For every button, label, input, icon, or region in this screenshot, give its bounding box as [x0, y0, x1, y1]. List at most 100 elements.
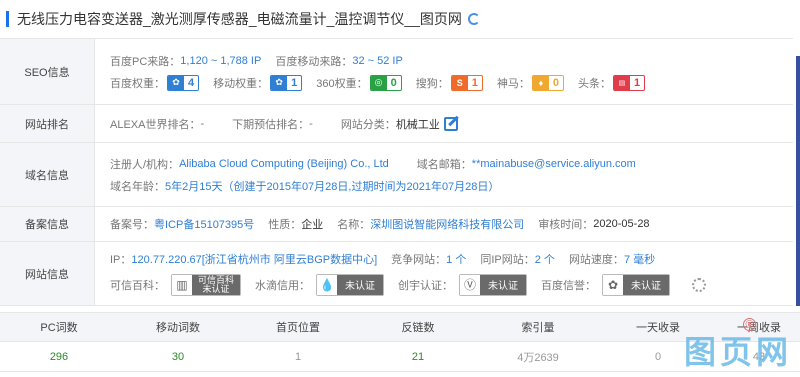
domain-age-label: 域名年龄：: [110, 180, 165, 193]
speed-label: 网站速度：: [568, 253, 624, 266]
beian-row: 备案信息 备案号： 粤ICP备15107395号 性质： 企业 名称： 深圳图说…: [0, 207, 793, 242]
seo-traffic-line: 百度PC来路： 1,120 ~ 1,788 IP 百度移动来路： 32 ~ 52…: [110, 50, 793, 72]
edit-icon[interactable]: [443, 116, 458, 131]
domain-email-label: 域名邮箱：: [416, 158, 472, 171]
nature-value: 企业: [301, 219, 324, 231]
seo-body: 百度PC来路： 1,120 ~ 1,788 IP 百度移动来路： 32 ~ 52…: [95, 39, 793, 104]
stat-value-home-position: 1: [294, 350, 302, 363]
category-value: 机械工业: [395, 118, 440, 131]
360-icon: ◎: [370, 75, 387, 90]
nature-label: 性质：: [268, 219, 302, 231]
seo-weights-line: 百度权重： ✿ 4 移动权重： ✿ 1 360权重： ◎ 0 搜狗： S1 神马： ♦…: [110, 72, 793, 94]
mobile-weight-label: 移动权重：: [213, 77, 269, 90]
watermark-logo: 图页网: [683, 334, 792, 370]
registrant-value[interactable]: Alibaba Cloud Computing (Beijing) Co., L…: [179, 158, 389, 170]
kexin-label: 可信百科：: [110, 279, 165, 292]
alexa-value: -: [200, 117, 205, 130]
pc-traffic-value[interactable]: 1,120 ~ 1,788 IP: [180, 55, 261, 67]
shenma-weight-badge[interactable]: ♦ 0: [531, 74, 564, 91]
refresh-icon[interactable]: [467, 13, 480, 25]
pc-traffic-label: 百度PC来路：: [110, 55, 181, 68]
paw-icon: ✿: [603, 274, 624, 295]
360-weight-label: 360权重：: [316, 77, 368, 90]
page-title: 无线压力电容变送器_激光测厚传感器_电磁流量计_温控调节仪__图页网: [17, 11, 462, 27]
domain-owner-line: 注册人/机构： Alibaba Cloud Computing (Beijing…: [110, 153, 793, 175]
beian-no-value[interactable]: 粤ICP备15107395号: [154, 216, 254, 232]
compete-label: 竞争网站：: [391, 253, 447, 266]
paw-icon: ✿: [168, 75, 184, 90]
mobile-traffic-value[interactable]: 32 ~ 52 IP: [352, 55, 402, 67]
chuangyu-label: 创宇认证：: [398, 279, 454, 292]
category-label: 网站分类：: [340, 118, 396, 131]
seo-label: SEO信息: [0, 39, 95, 104]
360-weight-badge[interactable]: ◎ 0: [369, 74, 402, 91]
mobile-traffic-label: 百度移动来路：: [275, 55, 353, 68]
beian-line: 备案号： 粤ICP备15107395号 性质： 企业 名称： 深圳图说智能网络科…: [110, 213, 793, 235]
seo-row: SEO信息 百度PC来路： 1,120 ~ 1,788 IP 百度移动来路： 3…: [0, 39, 793, 105]
ip-label: IP：: [110, 253, 132, 266]
site-row: 网站信息 IP： 120.77.220.67[浙江省杭州市 阿里云BGP数据中心…: [0, 242, 793, 306]
domain-email-value[interactable]: **mainabuse@service.aliyun.com: [472, 158, 636, 170]
side-scroll-strip[interactable]: [796, 56, 800, 306]
review-date-label: 审核时间：: [538, 219, 594, 231]
alexa-label: ALEXA世界排名：: [110, 118, 201, 131]
domain-row: 域名信息 注册人/机构： Alibaba Cloud Computing (Be…: [0, 143, 793, 207]
toutiao-weight-label: 头条：: [577, 77, 611, 90]
kexin-cert-badge[interactable]: ▥ 可信百科 未认证: [171, 273, 242, 296]
site-ip-line: IP： 120.77.220.67[浙江省杭州市 阿里云BGP数据中心] 竞争网…: [110, 248, 793, 270]
ip-value[interactable]: 120.77.220.67[浙江省杭州市 阿里云BGP数据中心]: [131, 251, 377, 267]
same-ip-label: 同IP网站：: [480, 253, 535, 266]
beian-no-label: 备案号：: [110, 219, 154, 231]
rank-line: ALEXA世界排名： - 下期预估排名： - 网站分类： 机械工业: [110, 113, 793, 135]
toutiao-weight-badge[interactable]: ▤ 1: [612, 74, 646, 91]
stat-value-index: 4万2639: [517, 351, 559, 364]
stats-value-row: 296 30 1 21 4万2639 0 43: [0, 342, 800, 372]
site-body: IP： 120.77.220.67[浙江省杭州市 阿里云BGP数据中心] 竞争网…: [95, 242, 793, 305]
sogou-weight-badge[interactable]: S1: [450, 74, 483, 91]
review-date-value: 2020-05-28: [593, 218, 650, 230]
title-bar: 无线压力电容变送器_激光测厚传感器_电磁流量计_温控调节仪__图页网: [0, 0, 800, 38]
rank-label: 网站排名: [0, 105, 95, 142]
v-shield-icon: Ⓥ: [460, 274, 481, 295]
chuangyu-cert-badge[interactable]: Ⓥ 未认证: [459, 273, 528, 296]
baidu-weight-badge[interactable]: ✿ 4: [167, 74, 200, 91]
stat-value-mobile-words[interactable]: 30: [118, 342, 238, 371]
stats-header-row: PC词数 移动词数 首页位置 反链数 索引量 一天收录 一周收录: [0, 312, 800, 342]
stat-header: 反链数: [401, 322, 435, 334]
site-cert-line: 可信百科： ▥ 可信百科未认证 水滴信用： 💧 未认证 创宇认证： Ⓥ 未认证: [110, 270, 793, 300]
beian-label: 备案信息: [0, 207, 95, 241]
beian-body: 备案号： 粤ICP备15107395号 性质： 企业 名称： 深圳图说智能网络科…: [95, 207, 793, 241]
paw-icon: ✿: [271, 75, 288, 90]
predict-rank-label: 下期预估排名：: [232, 118, 310, 131]
company-name-label: 名称：: [337, 219, 371, 231]
stat-value-backlinks[interactable]: 21: [358, 342, 478, 371]
stat-header: PC词数: [40, 322, 78, 334]
domain-body: 注册人/机构： Alibaba Cloud Computing (Beijing…: [95, 143, 793, 206]
kexin-icon: ▥: [172, 274, 192, 295]
stat-value-pc-words[interactable]: 296: [0, 342, 118, 371]
domain-age-value: 5年2月15天（创建于2015年07月28日,过期时间为2021年07月28日）: [165, 180, 500, 193]
domain-label: 域名信息: [0, 143, 95, 206]
toutiao-icon: ▤: [613, 75, 630, 90]
speed-value: 7 毫秒: [623, 253, 656, 266]
baidu-weight-label: 百度权重：: [110, 77, 165, 90]
baidu-credit-label: 百度信誉：: [541, 279, 597, 292]
shuidi-cert-badge[interactable]: 💧 未认证: [316, 273, 385, 296]
shenma-icon: ♦: [532, 75, 549, 90]
rank-row: 网站排名 ALEXA世界排名： - 下期预估排名： - 网站分类： 机械工业: [0, 105, 793, 143]
compete-value[interactable]: 1 个: [446, 251, 466, 267]
mobile-weight-badge[interactable]: ✿ 1: [270, 74, 303, 91]
shuidi-label: 水滴信用：: [255, 279, 311, 292]
company-name-value[interactable]: 深圳图说智能网络科技有限公司: [370, 216, 524, 232]
same-ip-value[interactable]: 2 个: [535, 251, 555, 267]
sogou-weight-label: 搜狗：: [415, 77, 449, 90]
rank-body: ALEXA世界排名： - 下期预估排名： - 网站分类： 机械工业: [95, 105, 793, 142]
info-grid: SEO信息 百度PC来路： 1,120 ~ 1,788 IP 百度移动来路： 3…: [0, 38, 793, 306]
baidu-credit-badge[interactable]: ✿ 未认证: [602, 273, 671, 296]
stats-table: PC词数 移动词数 首页位置 反链数 索引量 一天收录 一周收录 296 30 …: [0, 312, 800, 372]
sogou-icon: S: [451, 75, 468, 90]
stat-header: 索引量: [521, 322, 555, 334]
shenma-weight-label: 神马：: [496, 77, 530, 90]
water-drop-icon: 💧: [317, 274, 338, 295]
stat-header: 移动词数: [156, 322, 200, 334]
